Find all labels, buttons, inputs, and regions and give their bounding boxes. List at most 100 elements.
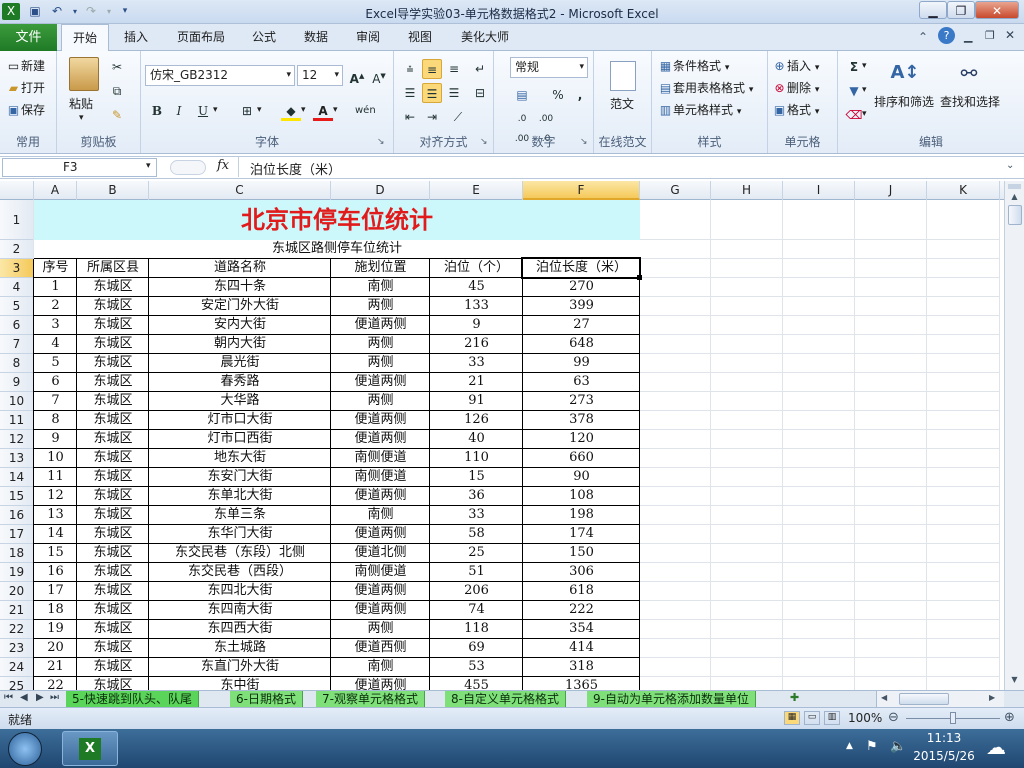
percent-icon[interactable]: %	[548, 85, 568, 105]
tab-file[interactable]: 文件	[0, 24, 57, 51]
accounting-format-icon[interactable]: ▤	[512, 85, 532, 105]
worksheet-grid[interactable]: ABCDEFGHIJK 1 2 3 4 5 6 7 8 9 10 11 12 13 14 15 16 17 18 1…	[0, 181, 1004, 690]
cell-styles-button[interactable]: ▥ 单元格样式 ▾	[658, 101, 742, 118]
align-center-icon[interactable]: ☰	[422, 83, 442, 103]
hscroll-thumb[interactable]	[899, 693, 949, 705]
new-button[interactable]: ▭ 新建	[6, 57, 45, 74]
clock-date[interactable]: 2015/5/26	[910, 749, 978, 763]
align-top-icon[interactable]: ⩮	[400, 59, 420, 79]
scroll-right-icon[interactable]: ▶	[989, 693, 995, 702]
orientation-icon[interactable]: ⟋	[448, 107, 468, 127]
horizontal-scrollbar[interactable]: ◀ ▶	[876, 691, 1004, 707]
font-size-combo[interactable]: 12 ▾	[297, 65, 343, 86]
font-name-combo[interactable]: 仿宋_GB2312 ▾	[145, 65, 295, 86]
copy-icon[interactable]: ⧉	[107, 81, 127, 101]
action-center-icon[interactable]: ⚑	[866, 739, 878, 754]
open-button[interactable]: ▰ 打开	[6, 79, 45, 96]
sheet-tab-5[interactable]: 5-快速跳到队头、队尾	[66, 691, 199, 707]
scroll-left-icon[interactable]: ◀	[881, 693, 887, 702]
insert-function-icon[interactable]: fx	[217, 158, 229, 173]
doc-restore-button[interactable]: ❐	[985, 29, 995, 42]
format-cells-button[interactable]: ▣ 格式 ▾	[772, 101, 820, 118]
borders-icon[interactable]: ⊞	[237, 101, 257, 121]
insert-cells-button[interactable]: ⊕ 插入 ▾	[772, 57, 819, 74]
align-middle-icon[interactable]: ≡	[422, 59, 442, 79]
page-layout-view-icon[interactable]: ▭	[804, 711, 820, 725]
tab-home[interactable]: 开始	[61, 24, 109, 52]
number-format-combo[interactable]: 常规 ▾	[510, 57, 588, 78]
align-bottom-icon[interactable]: ≡	[444, 59, 464, 79]
fill-color-icon[interactable]: ◆	[281, 101, 301, 121]
page-break-view-icon[interactable]: ▥	[824, 711, 840, 725]
start-button-icon[interactable]	[8, 732, 42, 766]
normal-view-icon[interactable]: ▦	[784, 711, 800, 725]
font-color-icon[interactable]: A	[313, 101, 333, 121]
formula-bar-splitter[interactable]	[170, 160, 206, 175]
autosum-icon[interactable]: Σ	[844, 57, 864, 77]
fill-icon[interactable]: ▼	[844, 81, 864, 101]
zoom-level[interactable]: 100%	[848, 711, 882, 725]
scroll-down-icon[interactable]: ▼	[1008, 675, 1021, 685]
tab-page-layout[interactable]: 页面布局	[168, 24, 234, 51]
expand-formula-bar-icon[interactable]: ⌄	[1006, 160, 1014, 171]
weather-icon[interactable]: ☁	[982, 735, 1010, 763]
minimize-button[interactable]: ▁	[919, 1, 947, 19]
first-sheet-icon[interactable]: ⏮	[4, 692, 13, 703]
decrease-indent-icon[interactable]: ⇤	[400, 107, 420, 127]
tab-view[interactable]: 视图	[400, 24, 440, 51]
insert-sheet-icon[interactable]: ✚	[790, 691, 799, 704]
tab-review[interactable]: 审阅	[348, 24, 388, 51]
volume-icon[interactable]: 🔈	[890, 739, 906, 754]
cut-icon[interactable]: ✂	[107, 57, 127, 77]
tab-beautify[interactable]: 美化大师	[452, 24, 518, 51]
comma-style-icon[interactable]: ,	[570, 85, 590, 105]
phonetic-icon[interactable]: wén	[355, 101, 376, 121]
collapse-ribbon-icon[interactable]: ⌃	[918, 30, 928, 44]
align-right-icon[interactable]: ☰	[444, 83, 464, 103]
format-painter-icon[interactable]: ✎	[107, 105, 127, 125]
vertical-scrollbar[interactable]: ▲ ▼	[1004, 181, 1024, 690]
clock-time[interactable]: 11:13	[910, 731, 978, 745]
grow-font-icon[interactable]: A▲	[347, 66, 367, 86]
font-size-dropdown-icon[interactable]: ▾	[334, 66, 339, 85]
template-button[interactable]: 范文	[610, 95, 634, 112]
sheet-tab-9[interactable]: 9-自动为单元格添加数量单位	[587, 691, 756, 707]
merge-center-icon[interactable]: ⊟	[470, 83, 490, 103]
font-color-dropdown-icon[interactable]: ▾	[333, 105, 338, 115]
show-hidden-icons-icon[interactable]: ▲	[846, 741, 853, 751]
fill-handle[interactable]	[637, 275, 642, 280]
split-box[interactable]	[1008, 184, 1021, 189]
clear-icon[interactable]: ⌫	[844, 105, 864, 125]
italic-icon[interactable]: I	[169, 101, 189, 121]
delete-cells-button[interactable]: ⊗ 删除 ▾	[772, 79, 819, 96]
increase-indent-icon[interactable]: ⇥	[422, 107, 442, 127]
doc-minimize-button[interactable]: ▁	[964, 30, 972, 43]
tab-formulas[interactable]: 公式	[244, 24, 284, 51]
decrease-decimal-icon[interactable]: .00.0	[536, 109, 556, 144]
binoculars-icon[interactable]: ⚯	[954, 57, 984, 89]
active-cell-selection[interactable]	[521, 257, 641, 279]
formula-content[interactable]: 泊位长度（米）	[250, 159, 341, 178]
template-document-icon[interactable]	[610, 61, 636, 91]
shrink-font-icon[interactable]: A▼	[369, 66, 389, 86]
tab-insert[interactable]: 插入	[114, 24, 158, 51]
last-sheet-icon[interactable]: ⏭	[50, 692, 59, 703]
zoom-out-icon[interactable]: ⊖	[888, 710, 899, 725]
scroll-up-icon[interactable]: ▲	[1008, 192, 1021, 202]
table-format-button[interactable]: ▤ 套用表格格式 ▾	[658, 79, 754, 96]
sort-filter-icon[interactable]: A↕	[890, 57, 920, 89]
scroll-thumb[interactable]	[1008, 205, 1022, 225]
font-name-dropdown-icon[interactable]: ▾	[286, 66, 291, 85]
name-box[interactable]: F3	[2, 158, 157, 177]
close-button[interactable]: ✕	[975, 1, 1019, 19]
doc-close-button[interactable]: ✕	[1005, 28, 1015, 42]
clear-dropdown-icon[interactable]: ▾	[862, 109, 867, 119]
sort-filter-button[interactable]: 排序和筛选	[874, 93, 934, 110]
conditional-format-button[interactable]: ▦ 条件格式 ▾	[658, 57, 730, 74]
borders-dropdown-icon[interactable]: ▾	[257, 105, 262, 115]
restore-button[interactable]: ❐	[947, 1, 975, 19]
autosum-dropdown-icon[interactable]: ▾	[862, 61, 867, 71]
tab-data[interactable]: 数据	[296, 24, 336, 51]
next-sheet-icon[interactable]: ▶	[36, 692, 44, 703]
paste-button[interactable]: 粘贴	[69, 95, 93, 112]
